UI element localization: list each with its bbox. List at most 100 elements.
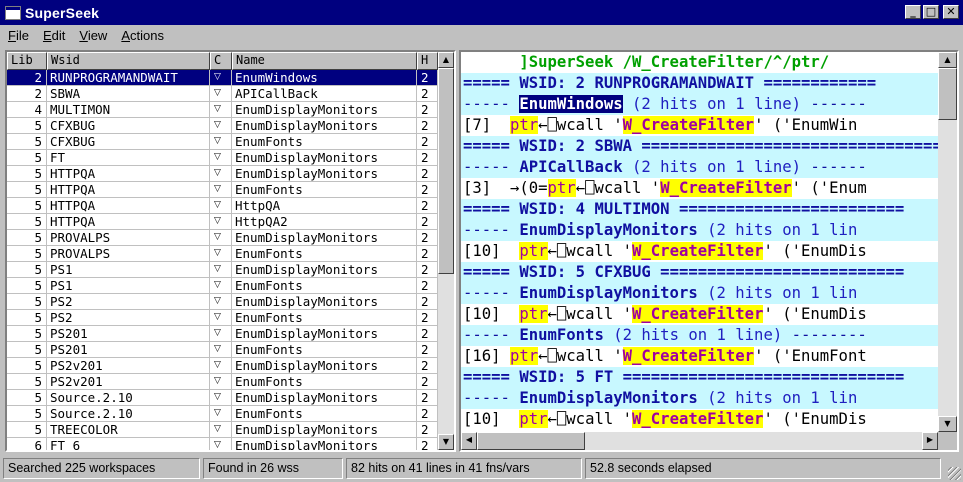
table-row[interactable]: 5 Source.2.10 ▽ EnumDisplayMonitors 2 xyxy=(7,390,438,406)
column-header-name[interactable]: Name xyxy=(232,52,417,70)
table-row[interactable]: 2 SBWA ▽ APICallBack 2 xyxy=(7,86,438,102)
table-row[interactable]: 5 TREECOLOR ▽ EnumDisplayMonitors 2 xyxy=(7,422,438,438)
line-number: [10] xyxy=(463,410,501,428)
column-header-wsid[interactable]: Wsid xyxy=(47,52,210,70)
scroll-down-icon[interactable]: ▼ xyxy=(438,434,454,450)
column-header-c[interactable]: C xyxy=(210,52,232,70)
code-line[interactable]: [10] ptr←⎕wcall 'W_CreateFilter' ('EnumD… xyxy=(461,409,938,430)
table-row[interactable]: 5 HTTPQA ▽ HttpQA 2 xyxy=(7,198,438,214)
table-row[interactable]: 5 PS2 ▽ EnumDisplayMonitors 2 xyxy=(7,294,438,310)
close-button[interactable]: ✕ xyxy=(943,5,959,19)
results-scroll-thumb[interactable] xyxy=(938,68,957,120)
function-line[interactable]: ----- EnumWindows (2 hits on 1 line) ---… xyxy=(461,94,938,115)
cell-name: EnumFonts xyxy=(232,246,417,262)
table-row[interactable]: 5 PS2v201 ▽ EnumDisplayMonitors 2 xyxy=(7,358,438,374)
code-line[interactable]: [10] ptr←⎕wcall 'W_CreateFilter' ('EnumD… xyxy=(461,241,938,262)
cell-hits: 2 xyxy=(417,246,438,262)
cell-hits: 2 xyxy=(417,118,438,134)
function-line[interactable]: ----- EnumDisplayMonitors (2 hits on 1 l… xyxy=(461,283,938,304)
results-vertical-scrollbar[interactable]: ▲ ▼ xyxy=(938,52,957,432)
wsid-line[interactable]: ===== WSID: 4 MULTIMON =================… xyxy=(461,199,938,220)
window-title: SuperSeek xyxy=(25,4,100,21)
cell-type-icon: ▽ xyxy=(210,166,232,182)
results-scroll-up-icon[interactable]: ▲ xyxy=(938,52,957,68)
maximize-button[interactable]: □ xyxy=(923,5,939,19)
code-line[interactable]: [16] ptr←⎕wcall 'W_CreateFilter' ('EnumF… xyxy=(461,346,938,367)
code-line[interactable]: [10] ptr←⎕wcall 'W_CreateFilter' ('EnumD… xyxy=(461,304,938,325)
minimize-button[interactable]: _ xyxy=(905,5,921,19)
table-row[interactable]: 5 PS1 ▽ EnumDisplayMonitors 2 xyxy=(7,262,438,278)
title-bar[interactable]: SuperSeek _ □ ✕ xyxy=(0,0,963,25)
code-line[interactable]: [3] →(0=ptr←⎕wcall 'W_CreateFilter' ('En… xyxy=(461,178,938,199)
wsid-line[interactable]: ===== WSID: 2 RUNPROGRAMANDWAIT ========… xyxy=(461,73,938,94)
wsid-suffix: ============================== xyxy=(613,368,905,386)
cell-type-icon: ▽ xyxy=(210,278,232,294)
cell-hits: 2 xyxy=(417,438,438,450)
menu-accel: F xyxy=(8,28,16,43)
cell-type-icon: ▽ xyxy=(210,230,232,246)
results-scroll-right-icon[interactable]: ▶ xyxy=(922,432,938,450)
table-row[interactable]: 5 PS201 ▽ EnumFonts 2 xyxy=(7,342,438,358)
cell-type-icon: ▽ xyxy=(210,182,232,198)
menu-accel: E xyxy=(42,28,52,43)
table-row[interactable]: 5 HTTPQA ▽ EnumDisplayMonitors 2 xyxy=(7,166,438,182)
code-line[interactable]: [7] ptr←⎕wcall 'W_CreateFilter' ('EnumWi… xyxy=(461,115,938,136)
results-text[interactable]: ]SuperSeek /W_CreateFilter/^/ptr/ ===== W… xyxy=(461,52,938,432)
cell-lib: 5 xyxy=(7,134,47,150)
table-row[interactable]: 5 HTTPQA ▽ EnumFonts 2 xyxy=(7,182,438,198)
wsid-line[interactable]: ===== WSID: 5 FT =======================… xyxy=(461,367,938,388)
table-row[interactable]: 5 FT ▽ EnumDisplayMonitors 2 xyxy=(7,150,438,166)
scroll-thumb[interactable] xyxy=(438,68,454,274)
scrollbar-corner xyxy=(938,432,957,450)
cell-type-icon: ▽ xyxy=(210,86,232,102)
cell-lib: 5 xyxy=(7,182,47,198)
menu-file[interactable]: File xyxy=(2,28,35,43)
menu-actions[interactable]: Actions xyxy=(115,28,170,43)
line-number: [10] xyxy=(463,242,501,260)
match-search-term: W_CreateFilter xyxy=(622,347,755,365)
table-row[interactable]: 5 Source.2.10 ▽ EnumFonts 2 xyxy=(7,406,438,422)
function-tail: ------ xyxy=(801,95,867,113)
wsid-line[interactable]: ===== WSID: 2 SBWA =====================… xyxy=(461,136,938,157)
function-hit-count: (2 hits on 1 lin xyxy=(707,389,858,407)
results-horizontal-scrollbar[interactable]: ◀ ▶ xyxy=(461,432,938,450)
table-row[interactable]: 5 CFXBUG ▽ EnumDisplayMonitors 2 xyxy=(7,118,438,134)
function-line[interactable]: ----- EnumFonts (2 hits on 1 line) -----… xyxy=(461,325,938,346)
table-row[interactable]: 2 RUNPROGRAMANDWAIT ▽ EnumWindows 2 xyxy=(7,70,438,86)
cell-lib: 5 xyxy=(7,326,47,342)
menu-view[interactable]: View xyxy=(73,28,113,43)
table-row[interactable]: 5 PS2 ▽ EnumFonts 2 xyxy=(7,310,438,326)
results-header: ]SuperSeek /W_CreateFilter/^/ptr/ xyxy=(461,52,938,73)
table-row[interactable]: 5 PS1 ▽ EnumFonts 2 xyxy=(7,278,438,294)
menu-label-rest: iew xyxy=(87,28,108,43)
results-scroll-down-icon[interactable]: ▼ xyxy=(938,416,957,432)
table-row[interactable]: 5 PROVALPS ▽ EnumDisplayMonitors 2 xyxy=(7,230,438,246)
resize-grip-icon[interactable] xyxy=(948,467,961,480)
cell-type-icon: ▽ xyxy=(210,118,232,134)
list-vertical-scrollbar[interactable]: ▲ ▼ xyxy=(438,52,454,450)
grid-body[interactable]: 2 RUNPROGRAMANDWAIT ▽ EnumWindows 2 2 SBWA ▽ API… xyxy=(7,70,438,450)
table-row[interactable]: 5 PS2v201 ▽ EnumFonts 2 xyxy=(7,374,438,390)
cell-name: EnumDisplayMonitors xyxy=(232,118,417,134)
table-row[interactable]: 5 CFXBUG ▽ EnumFonts 2 xyxy=(7,134,438,150)
wsid-line[interactable]: ===== WSID: 5 CFXBUG ===================… xyxy=(461,262,938,283)
column-header-h[interactable]: H xyxy=(417,52,438,70)
results-hscroll-thumb[interactable] xyxy=(477,432,585,450)
cell-name: EnumDisplayMonitors xyxy=(232,294,417,310)
function-line[interactable]: ----- EnumDisplayMonitors (2 hits on 1 l… xyxy=(461,388,938,409)
column-header-lib[interactable]: Lib xyxy=(7,52,47,70)
function-tail: ------ xyxy=(801,158,867,176)
results-scroll-left-icon[interactable]: ◀ xyxy=(461,432,477,450)
table-row[interactable]: 6 FT_6 ▽ EnumDisplayMonitors 2 xyxy=(7,438,438,450)
table-row[interactable]: 5 HTTPQA ▽ HttpQA2 2 xyxy=(7,214,438,230)
table-row[interactable]: 5 PS201 ▽ EnumDisplayMonitors 2 xyxy=(7,326,438,342)
function-name: EnumDisplayMonitors xyxy=(519,389,698,407)
menu-edit[interactable]: Edit xyxy=(37,28,71,43)
scroll-up-icon[interactable]: ▲ xyxy=(438,52,454,68)
cell-wsid: CFXBUG xyxy=(47,134,210,150)
cell-name: EnumDisplayMonitors xyxy=(232,230,417,246)
function-line[interactable]: ----- APICallBack (2 hits on 1 line) ---… xyxy=(461,157,938,178)
table-row[interactable]: 4 MULTIMON ▽ EnumDisplayMonitors 2 xyxy=(7,102,438,118)
table-row[interactable]: 5 PROVALPS ▽ EnumFonts 2 xyxy=(7,246,438,262)
function-line[interactable]: ----- EnumDisplayMonitors (2 hits on 1 l… xyxy=(461,220,938,241)
